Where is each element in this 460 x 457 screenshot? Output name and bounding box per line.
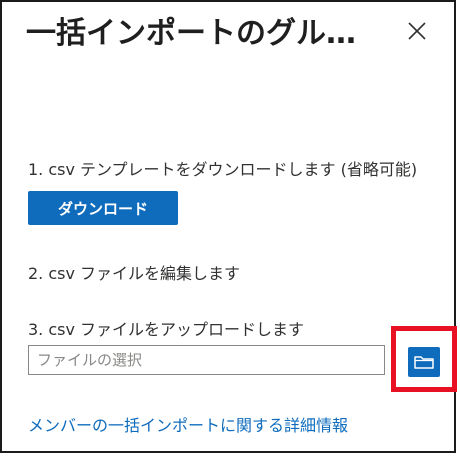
close-icon [408, 22, 426, 40]
learn-more-link[interactable]: メンバーの一括インポートに関する詳細情報 [28, 412, 348, 436]
step-download-template: 1. csv テンプレートをダウンロードします (省略可能) [28, 160, 418, 179]
download-button[interactable]: ダウンロード [28, 191, 178, 225]
step-edit-file: 2. csv ファイルを編集します [28, 264, 241, 283]
step-upload-file: 3. csv ファイルをアップロードします [28, 320, 305, 339]
panel-title: 一括インポートのグル… [26, 16, 356, 51]
close-button[interactable] [404, 18, 430, 44]
browse-file-button[interactable] [408, 347, 440, 377]
folder-icon [414, 356, 434, 369]
bulk-import-panel: 一括インポートのグル… 1. csv テンプレートをダウンロードします (省略可… [0, 0, 457, 453]
file-select-input[interactable] [28, 345, 385, 375]
